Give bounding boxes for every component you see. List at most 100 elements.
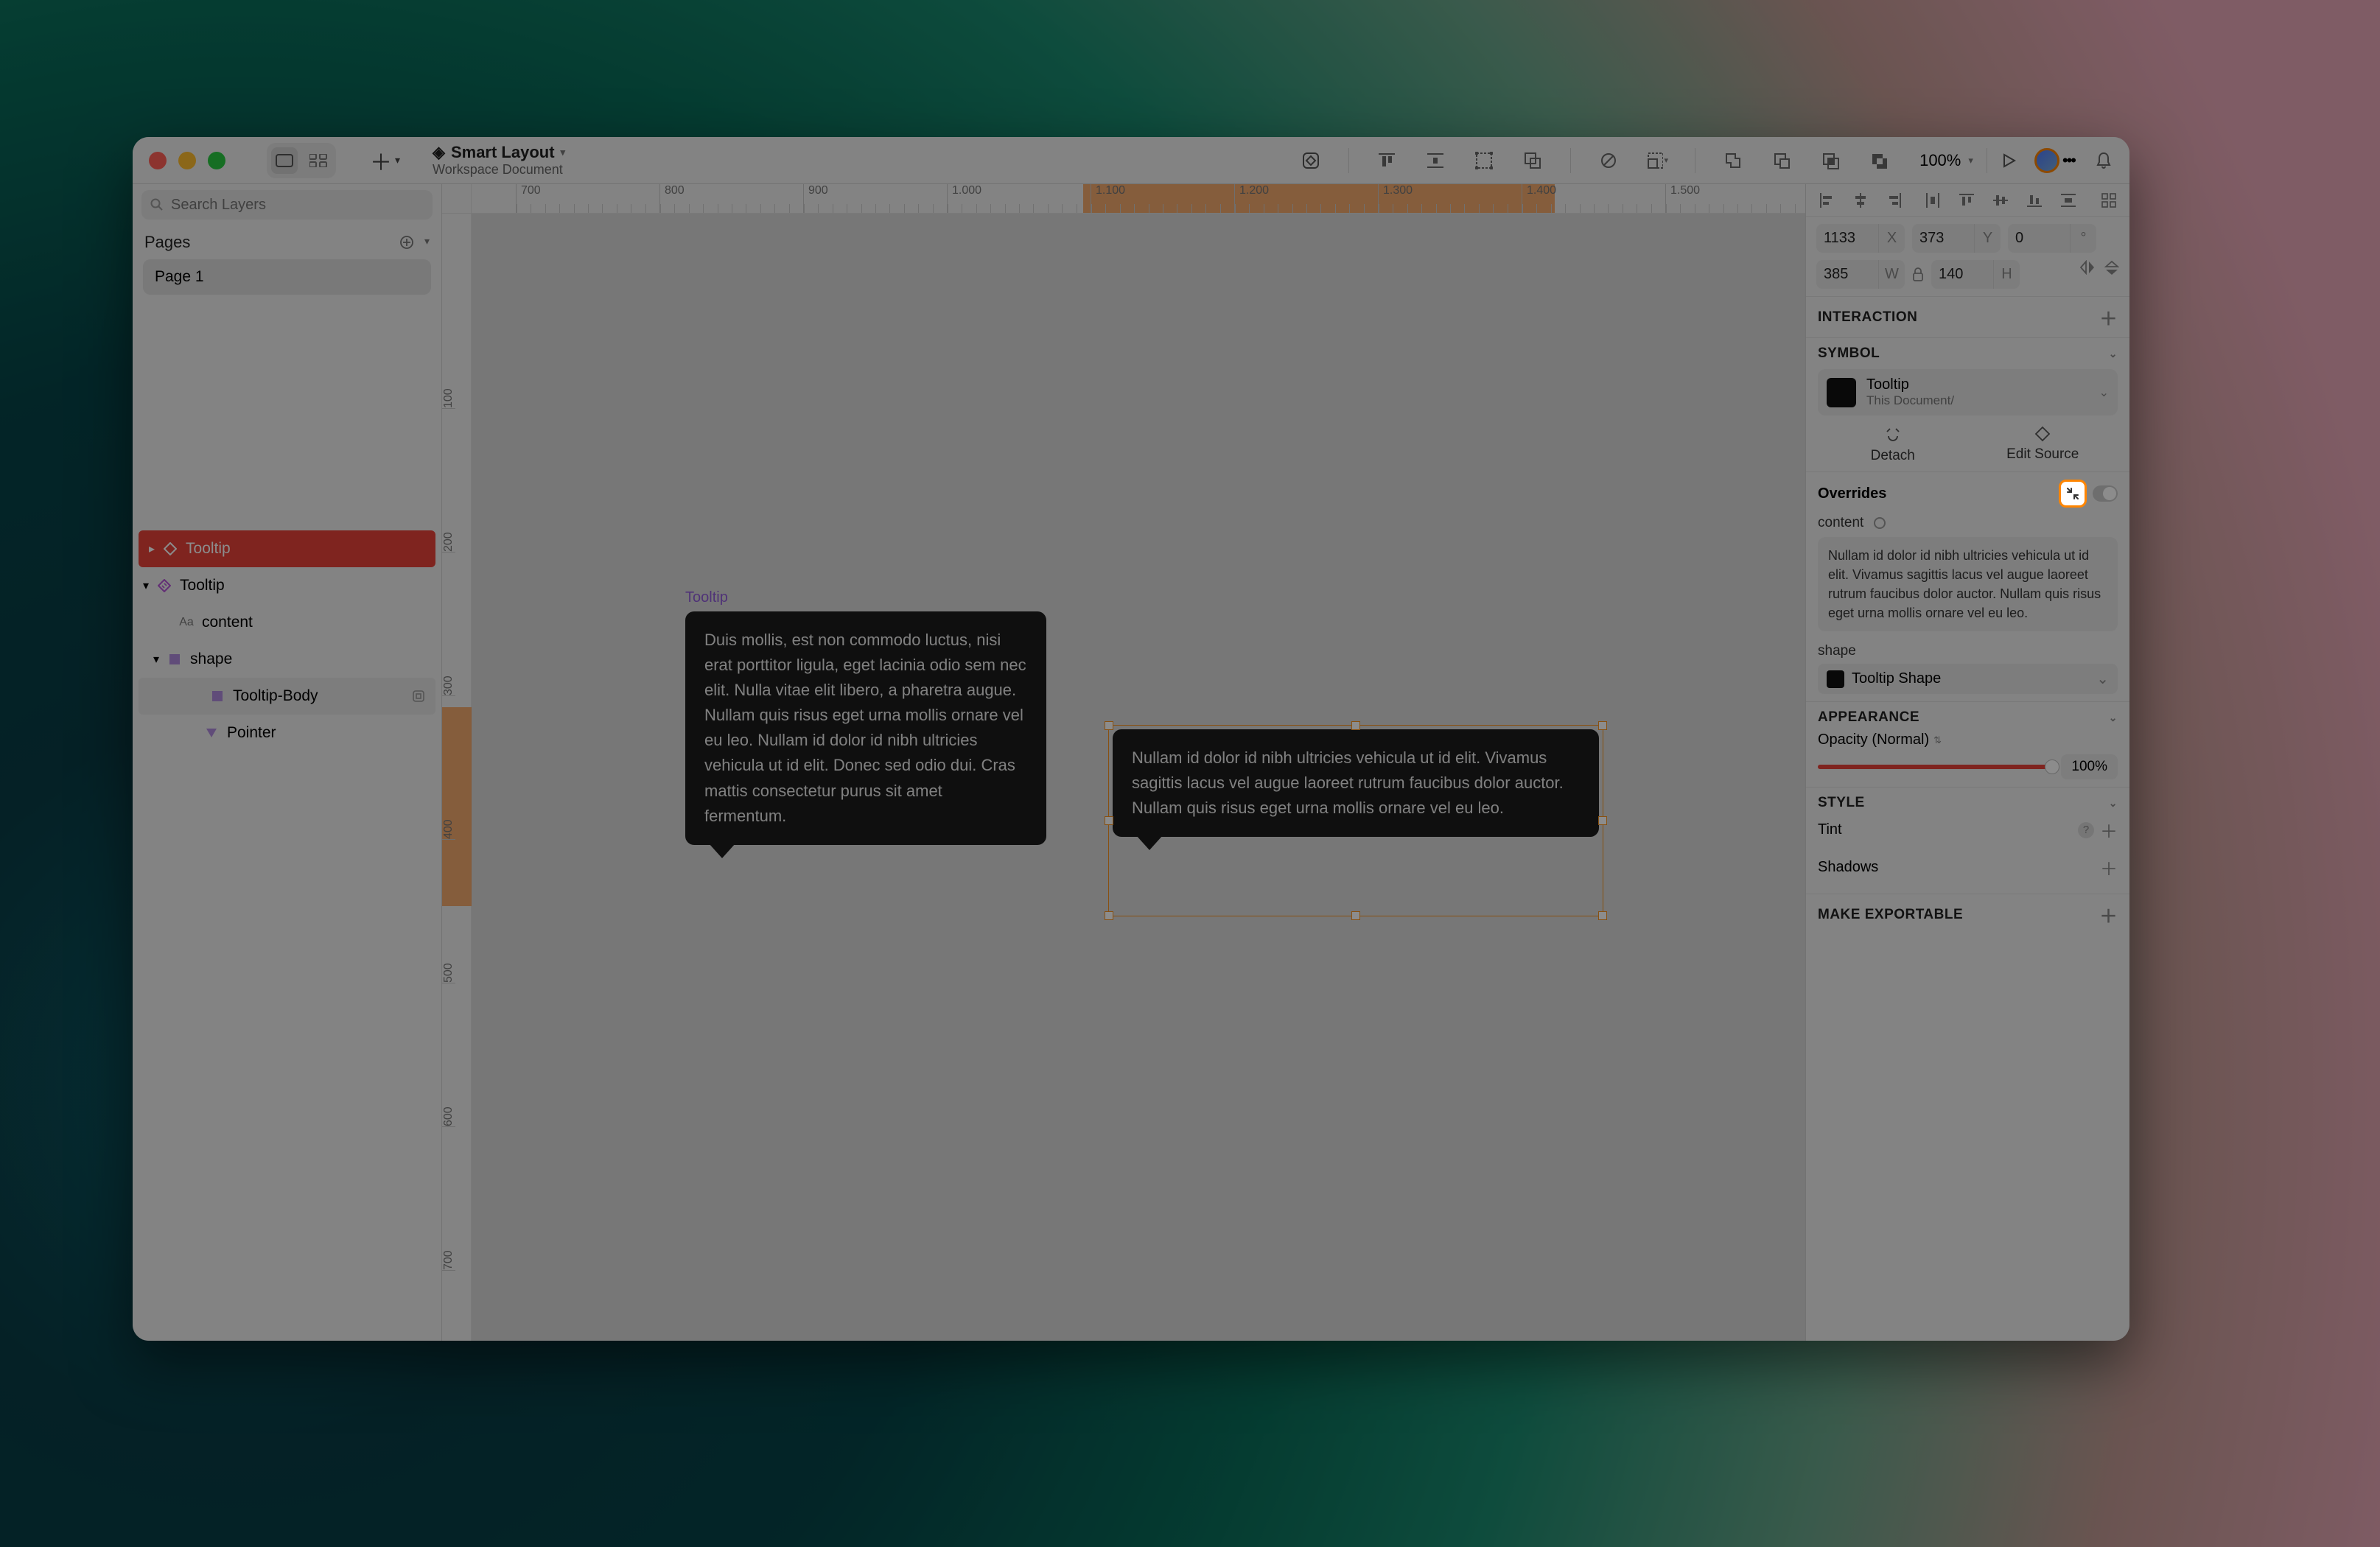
canvas[interactable]: Tooltip Duis mollis, est non commodo luc… xyxy=(472,214,1805,1341)
distribute-icon xyxy=(1427,152,1443,169)
align-bottom-button[interactable] xyxy=(2026,192,2043,209)
bell-icon xyxy=(2096,152,2112,169)
width-input[interactable]: 385W xyxy=(1816,260,1905,289)
tooltip-symbol-instance[interactable]: Nullam id dolor id nibh ultricies vehicu… xyxy=(1113,729,1599,837)
tidy-button[interactable] xyxy=(2100,192,2118,209)
add-export-button[interactable]: ＋ xyxy=(2100,902,2118,927)
y-position-input[interactable]: 373Y xyxy=(1912,224,2001,253)
height-input[interactable]: 140H xyxy=(1931,260,2020,289)
align-hcenter-button[interactable] xyxy=(1852,192,1869,209)
slider-thumb[interactable] xyxy=(2045,760,2059,774)
add-tint-button[interactable]: ＋ xyxy=(2100,817,2118,843)
lock-aspect-button[interactable] xyxy=(1912,260,1924,289)
layer-row-pointer[interactable]: Pointer xyxy=(133,715,441,751)
insert-menu-button[interactable]: ＋ ▾ xyxy=(370,144,400,177)
symbol-icon xyxy=(1301,151,1320,170)
mask-button[interactable] xyxy=(1597,150,1620,172)
difference-button[interactable] xyxy=(1868,150,1890,172)
add-interaction-button[interactable]: ＋ xyxy=(2100,304,2118,330)
chevron-down-icon: ⌄ xyxy=(2096,670,2109,688)
resize-handle[interactable] xyxy=(1598,816,1607,825)
opacity-slider[interactable] xyxy=(1818,765,2052,769)
symbol-master-icon xyxy=(162,541,178,557)
symbol-source-select[interactable]: Tooltip This Document/ ⌄ xyxy=(1818,369,2118,415)
layer-row-tooltip-body[interactable]: Tooltip-Body xyxy=(139,678,435,715)
union-button[interactable] xyxy=(1722,150,1744,172)
align-left-button[interactable] xyxy=(1818,192,1835,209)
vertical-ruler[interactable]: 100 200 300 400 500 600 700 800 xyxy=(442,214,472,1341)
tooltip-text: Nullam id dolor id nibh ultricies vehicu… xyxy=(1132,748,1564,817)
document-title-block[interactable]: ◈ Smart Layout ▾ Workspace Document xyxy=(433,143,565,178)
canvas-tools: ▾ xyxy=(1300,148,1890,173)
overrides-toggle[interactable] xyxy=(2093,485,2118,502)
fullscreen-window-button[interactable] xyxy=(208,152,225,169)
scale-button[interactable]: ▾ xyxy=(1646,150,1668,172)
collapse-pages-button[interactable]: ▾ xyxy=(424,235,430,250)
window-controls xyxy=(149,152,225,169)
more-menu-button[interactable]: ••• xyxy=(2062,151,2075,170)
shape-override-select[interactable]: Tooltip Shape ⌄ xyxy=(1818,664,2118,694)
layer-link-icon[interactable] xyxy=(412,690,425,703)
distribute-v-button[interactable] xyxy=(2059,192,2077,209)
canvas-area: 700 800 900 1.000 1.100 1.200 1.300 1.40… xyxy=(442,184,1805,1341)
chevron-down-icon: ▾ xyxy=(561,147,566,158)
layer-row-content[interactable]: Aa content xyxy=(133,604,441,641)
layer-row-tooltip-instance[interactable]: ▾ Tooltip xyxy=(133,567,441,604)
collapse-appearance-button[interactable]: ⌄ xyxy=(2109,712,2118,724)
edit-source-button[interactable]: Edit Source xyxy=(1968,426,2118,464)
zoom-control[interactable]: 100% ▾ xyxy=(1919,151,1973,170)
layer-name: shape xyxy=(190,650,232,668)
intersect-button[interactable] xyxy=(1819,150,1841,172)
preview-button[interactable] xyxy=(2001,152,2017,169)
ungroup-button[interactable] xyxy=(1522,150,1544,172)
detach-button[interactable]: Detach xyxy=(1818,426,1968,464)
ruler-origin[interactable] xyxy=(442,184,472,214)
flip-horizontal-button[interactable] xyxy=(2079,260,2096,289)
notifications-button[interactable] xyxy=(2096,152,2112,169)
align-top-button[interactable] xyxy=(1376,150,1398,172)
distribute-h-button[interactable] xyxy=(1924,192,1942,209)
align-left-icon xyxy=(1819,193,1834,208)
triangle-icon xyxy=(203,725,220,741)
add-shadow-button[interactable]: ＋ xyxy=(2100,855,2118,880)
align-top-button[interactable] xyxy=(1958,192,1975,209)
subtract-button[interactable] xyxy=(1771,150,1793,172)
rotation-input[interactable]: 0° xyxy=(2008,224,2096,253)
horizontal-ruler[interactable]: 700 800 900 1.000 1.100 1.200 1.300 1.40… xyxy=(472,184,1805,214)
resize-handle[interactable] xyxy=(1598,911,1607,920)
resize-handle[interactable] xyxy=(1105,721,1113,730)
tint-help-button[interactable]: ? xyxy=(2078,822,2094,838)
add-page-button[interactable] xyxy=(399,235,414,250)
resize-handle[interactable] xyxy=(1105,911,1113,920)
x-position-input[interactable]: 1133X xyxy=(1816,224,1905,253)
group-button[interactable] xyxy=(1473,150,1495,172)
layers-sidebar: Pages ▾ Page 1 ▸ Tooltip ▾ Tooltip xyxy=(133,184,442,1341)
symbol-tool-button[interactable] xyxy=(1300,150,1322,172)
close-window-button[interactable] xyxy=(149,152,167,169)
layer-row-tooltip-symbol[interactable]: ▸ Tooltip xyxy=(139,530,435,567)
minimize-window-button[interactable] xyxy=(178,152,196,169)
collapse-style-button[interactable]: ⌄ xyxy=(2109,797,2118,810)
resize-handle[interactable] xyxy=(1598,721,1607,730)
align-right-button[interactable] xyxy=(1886,192,1903,209)
plus-circle-icon xyxy=(399,235,414,250)
content-override-input[interactable]: Nullam id dolor id nibh ultricies vehicu… xyxy=(1818,537,2118,631)
layer-search-input[interactable] xyxy=(141,190,433,220)
layer-row-shape[interactable]: ▾ shape xyxy=(133,641,441,678)
fit-to-content-button[interactable] xyxy=(2059,480,2087,508)
opacity-value-input[interactable]: 100% xyxy=(2061,754,2118,779)
page-item[interactable]: Page 1 xyxy=(143,259,431,295)
resize-handle[interactable] xyxy=(1351,911,1360,920)
symbol-name: Tooltip xyxy=(1866,376,1954,393)
tooltip-symbol-master[interactable]: Duis mollis, est non commodo luctus, nis… xyxy=(685,611,1046,845)
flip-vertical-button[interactable] xyxy=(2104,260,2119,289)
blend-mode-select[interactable]: ⇅ xyxy=(1933,734,1942,746)
search-icon xyxy=(150,198,164,211)
collapse-symbol-button[interactable]: ⌄ xyxy=(2109,348,2118,360)
distribute-button[interactable] xyxy=(1424,150,1446,172)
components-view-button[interactable] xyxy=(305,147,332,174)
user-avatar[interactable] xyxy=(2034,148,2059,173)
canvas-view-button[interactable] xyxy=(271,147,298,174)
align-vcenter-button[interactable] xyxy=(1992,192,2009,209)
artboard-label[interactable]: Tooltip xyxy=(685,589,728,606)
